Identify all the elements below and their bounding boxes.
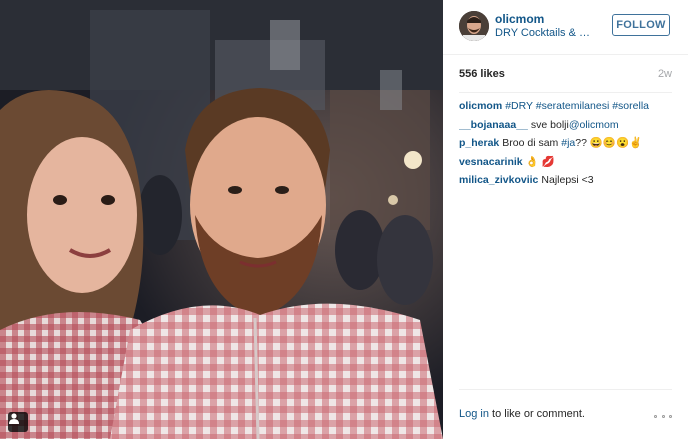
- comment-text[interactable]: #DRY #seratemilanesi #sorella: [505, 100, 649, 112]
- comment-author[interactable]: p_herak: [459, 137, 499, 149]
- instagram-post: olicmom DRY Cocktails & Pi... FOLLOW 556…: [0, 0, 688, 439]
- post-photo[interactable]: [0, 0, 443, 439]
- dot-icon: [661, 414, 665, 418]
- comment-text: Najlepsi <3: [541, 174, 594, 186]
- likes-row: 556 likes 2w: [459, 68, 672, 93]
- post-header: olicmom DRY Cocktails & Pi... FOLLOW: [443, 0, 688, 55]
- comment-author[interactable]: __bojanaaa__: [459, 119, 528, 131]
- comment-item: milica_zivkoviic Najlepsi <3: [459, 171, 672, 190]
- comment-item: p_herak Broo di sam #ja?? 😀😊😮✌: [459, 134, 672, 153]
- comment-item: vesnacarinik 👌 💋: [459, 153, 672, 172]
- person-icon: [9, 413, 19, 424]
- selfie-image: [0, 0, 443, 439]
- avatar[interactable]: [459, 11, 489, 41]
- location-link[interactable]: DRY Cocktails & Pi...: [495, 27, 595, 39]
- post-sidebar: olicmom DRY Cocktails & Pi... FOLLOW 556…: [443, 0, 688, 439]
- comment-item: olicmom #DRY #seratemilanesi #sorella: [459, 97, 672, 116]
- comment-author[interactable]: olicmom: [459, 100, 502, 112]
- dot-icon: [669, 414, 672, 418]
- comment-author[interactable]: milica_zivkoviic: [459, 174, 538, 186]
- avatar-image: [459, 11, 489, 41]
- comment-text: Broo di sam #ja?? 😀😊😮✌: [502, 137, 643, 149]
- dot-icon: [654, 414, 657, 418]
- comment-text: 👌 💋: [525, 155, 555, 168]
- username-link[interactable]: olicmom: [495, 12, 544, 26]
- login-prompt-text: to like or comment.: [488, 408, 585, 420]
- more-options-icon[interactable]: [654, 413, 672, 419]
- likes-count[interactable]: 556 likes: [459, 68, 505, 80]
- comments-list: olicmom #DRY #seratemilanesi #sorella __b…: [459, 97, 672, 190]
- comment-text: sve bolji@olicmom: [530, 118, 619, 131]
- login-link[interactable]: Log in: [459, 408, 489, 420]
- post-footer: Log in to like or comment.: [459, 389, 672, 430]
- comment-item: __bojanaaa__ sve bolji@olicmom: [459, 116, 672, 135]
- follow-button[interactable]: FOLLOW: [612, 14, 670, 36]
- comment-author[interactable]: vesnacarinik: [459, 156, 523, 168]
- post-timestamp[interactable]: 2w: [658, 68, 672, 80]
- user-tag-icon[interactable]: [8, 412, 28, 432]
- login-prompt: Log in to like or comment.: [459, 408, 585, 420]
